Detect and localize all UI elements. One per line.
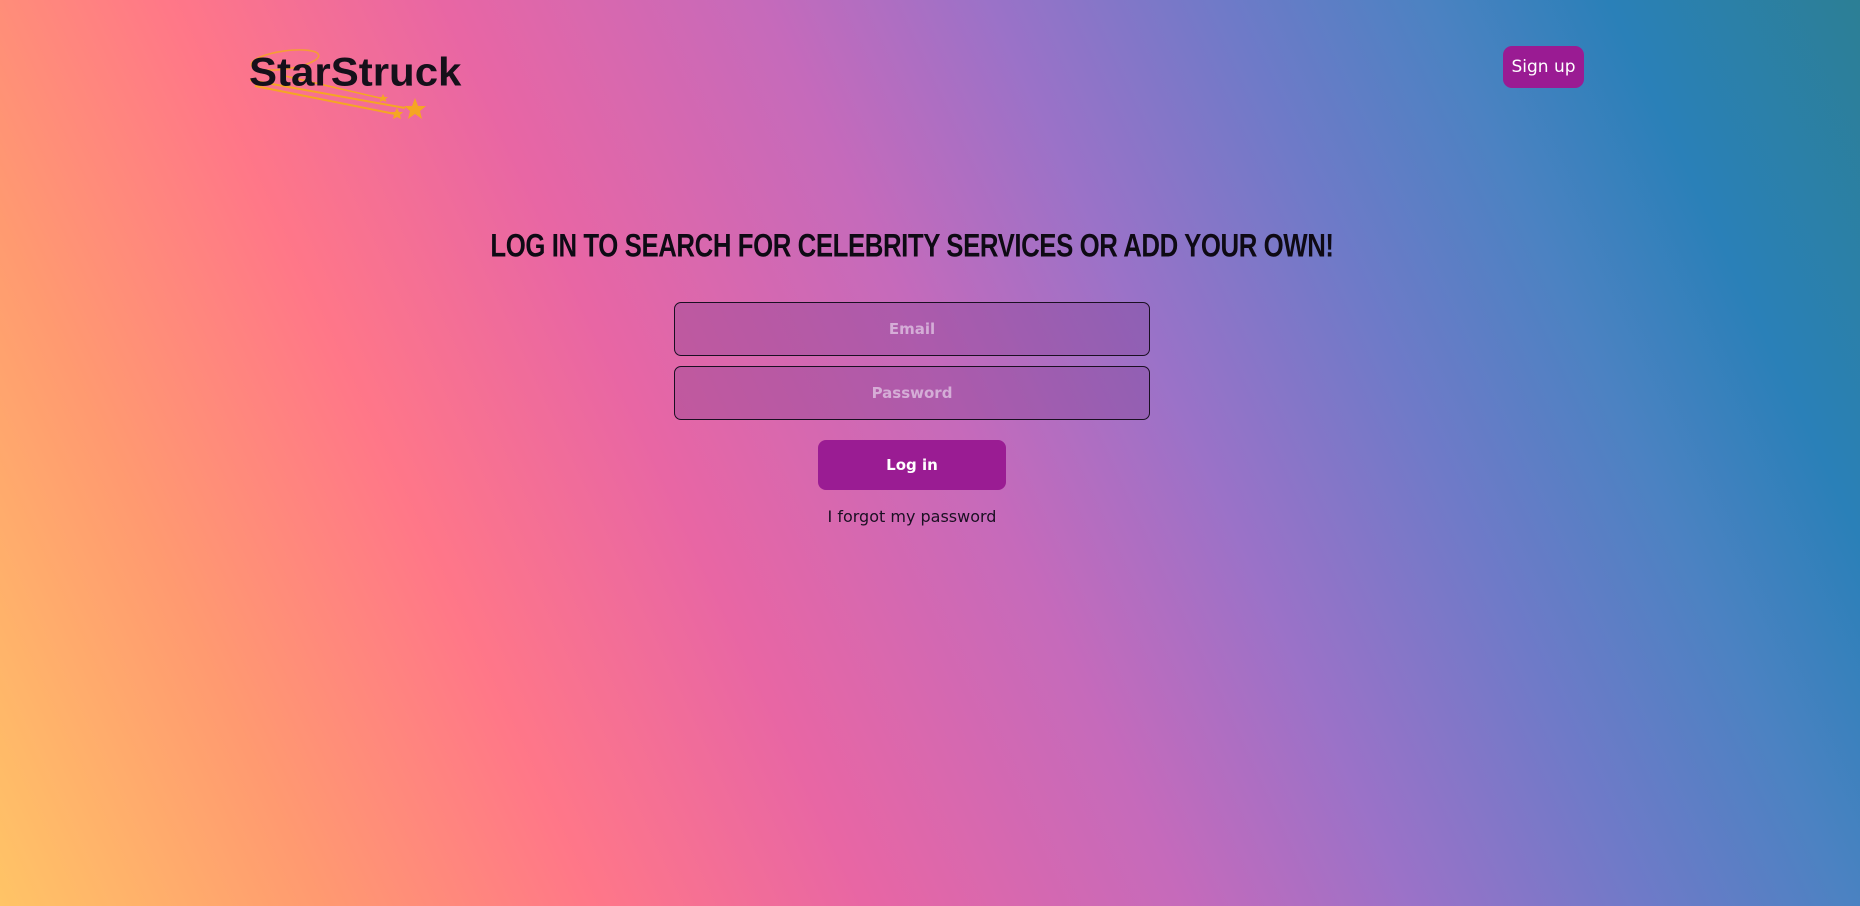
signup-button[interactable]: Sign up (1503, 46, 1584, 88)
password-input[interactable]: Password (674, 366, 1150, 420)
forgot-password-link[interactable]: I forgot my password (0, 507, 1824, 526)
logo-wordmark: StarStruck (249, 49, 462, 94)
email-input[interactable]: Email (674, 302, 1150, 356)
starstruck-logo[interactable]: StarStruck (245, 46, 461, 122)
login-button[interactable]: Log in (818, 440, 1006, 490)
page-headline: LOG IN TO SEARCH FOR CELEBRITY SERVICES … (490, 228, 1334, 265)
